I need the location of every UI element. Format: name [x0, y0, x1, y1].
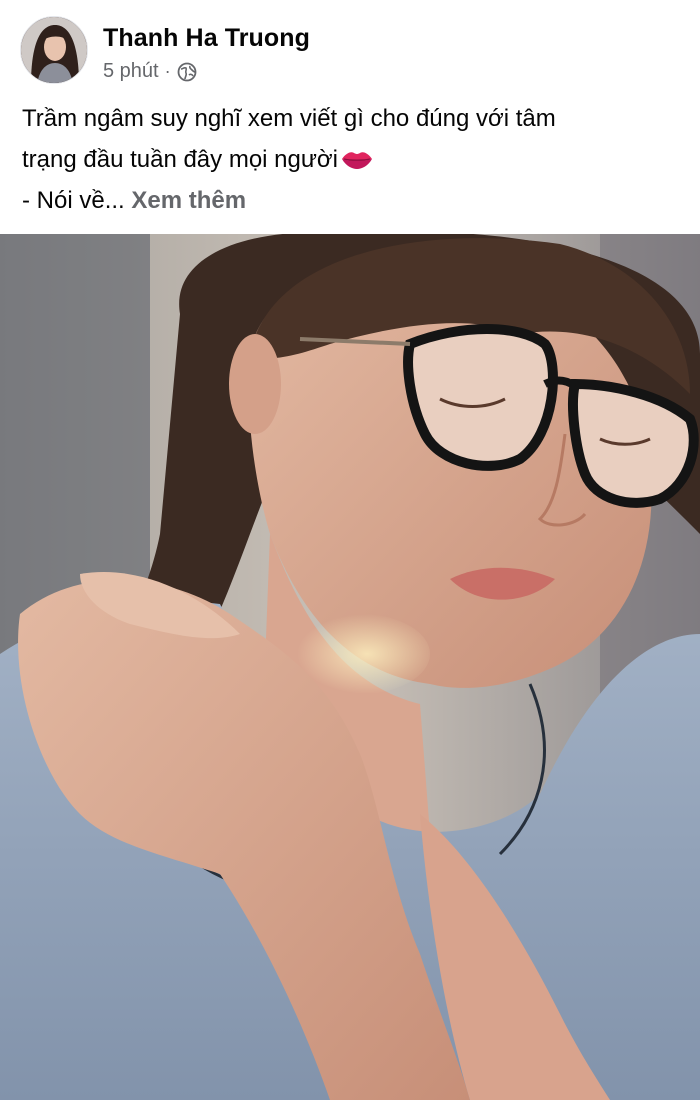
see-more-link[interactable]: Xem thêm [131, 187, 246, 214]
avatar-image [21, 17, 87, 83]
author-name[interactable]: Thanh Ha Truong [103, 24, 310, 53]
globe-icon[interactable] [177, 62, 197, 82]
post-header: Thanh Ha Truong 5 phút · [0, 0, 700, 92]
meta-separator: · [164, 61, 171, 81]
post-meta: 5 phút · [103, 60, 197, 83]
post-text-line-2: trạng đầu tuần đây mọi người [22, 139, 682, 180]
post-text-line-1: Trầm ngâm suy nghĩ xem viết gì cho đúng … [22, 105, 556, 132]
facebook-post: Thanh Ha Truong 5 phút · Trầm ngâm suy n… [0, 0, 700, 1100]
lips-icon [340, 142, 374, 169]
avatar[interactable] [20, 16, 88, 84]
post-text-line-3: - Nói về... Xem thêm [22, 180, 682, 221]
post-text: Trầm ngâm suy nghĩ xem viết gì cho đúng … [22, 98, 682, 221]
post-timestamp[interactable]: 5 phút [103, 60, 159, 83]
post-photo[interactable] [0, 234, 700, 1100]
post-text-line-2-content: trạng đầu tuần đây mọi người [22, 146, 338, 173]
post-text-truncated: - Nói về... [22, 187, 125, 214]
post-photo-image [0, 234, 700, 1100]
